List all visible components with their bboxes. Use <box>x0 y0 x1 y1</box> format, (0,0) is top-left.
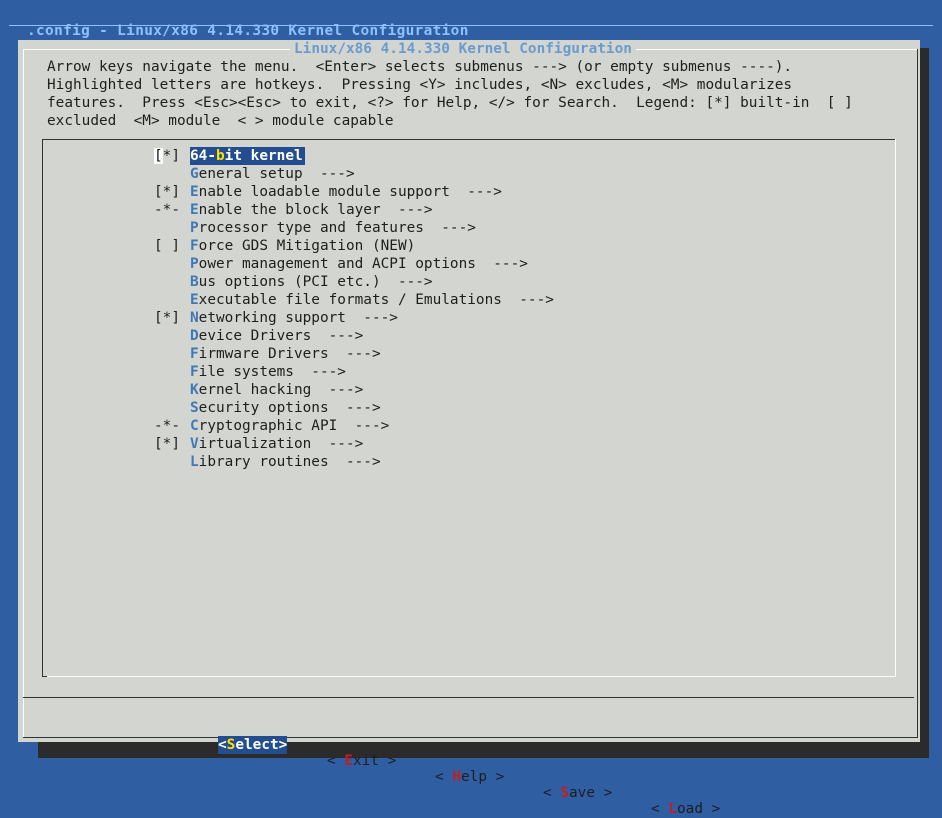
menu-item-label: Firmware Drivers ---> <box>190 346 381 362</box>
hotkey-letter: F <box>190 238 199 254</box>
dialog-title: Linux/x86 4.14.330 Kernel Configuration <box>290 40 636 58</box>
menu-item-state[interactable]: [*] <box>154 435 180 453</box>
exit-button[interactable]: < Exit > <box>327 752 396 770</box>
dialog-shadow-right <box>920 48 929 758</box>
menu-border-top <box>42 139 896 140</box>
menu-item-state[interactable]: -*- <box>154 201 180 219</box>
hotkey-letter: L <box>190 454 199 470</box>
menu-item-state[interactable]: [ ] <box>154 237 180 255</box>
select-button[interactable]: <Select> <box>218 736 288 754</box>
menu-item-label: Power management and ACPI options ---> <box>190 256 528 272</box>
dialog-border-bottom <box>23 737 918 738</box>
config-dialog: Linux/x86 4.14.330 Kernel Configuration … <box>18 40 920 817</box>
menu-item-label: Executable file formats / Emulations ---… <box>190 292 554 308</box>
menu-item-label: Processor type and features ---> <box>190 220 476 236</box>
menu-item-label: Virtualization ---> <box>190 436 364 452</box>
hotkey-letter: E <box>190 202 199 218</box>
hotkey-letter: b <box>216 148 225 164</box>
menu-item-label: Cryptographic API ---> <box>190 418 390 434</box>
menu-item-state[interactable]: [*] <box>154 147 180 165</box>
menu-item-label: Bus options (PCI etc.) ---> <box>190 274 433 290</box>
dialog-border-right <box>917 49 918 737</box>
menu-item-label: Enable loadable module support ---> <box>190 184 502 200</box>
menu-item-label: Kernel hacking ---> <box>190 382 364 398</box>
button-separator <box>23 697 914 698</box>
load-button[interactable]: < Load > <box>651 800 720 818</box>
title-underline <box>9 25 933 26</box>
help-line: excluded <M> module < > module capable <box>47 113 394 129</box>
hotkey-letter: E <box>190 292 199 308</box>
hotkey-letter: E <box>190 184 199 200</box>
menu-item-label: File systems ---> <box>190 364 346 380</box>
window-title-bar: .config - Linux/x86 4.14.330 Kernel Conf… <box>9 4 933 39</box>
help-line: features. Press <Esc><Esc> to exit, <?> … <box>47 95 853 111</box>
menu-item-label: General setup ---> <box>190 166 355 182</box>
button-hotkey: S <box>226 737 236 753</box>
menu-list[interactable]: [*] 64-bit kernel General setup ---> [*] Ena… <box>42 139 896 677</box>
hotkey-letter: P <box>190 256 199 272</box>
hotkey-letter: P <box>190 220 199 236</box>
button-hotkey: H <box>452 769 461 785</box>
menu-item-state[interactable]: [*] <box>154 309 180 327</box>
help-text: Arrow keys navigate the menu. <Enter> se… <box>47 58 853 130</box>
hotkey-letter: G <box>190 166 199 182</box>
menu-scroll-corner <box>42 676 47 677</box>
menu-item-state[interactable]: [*] <box>154 183 180 201</box>
help-line: Arrow keys navigate the menu. <Enter> se… <box>47 59 793 75</box>
cursor: [ <box>154 148 163 164</box>
save-button[interactable]: < Save > <box>543 784 612 802</box>
menu-border-right <box>895 139 896 677</box>
menu-item-label: Force GDS Mitigation (NEW) <box>190 238 416 254</box>
menu-item-label: Library routines ---> <box>190 454 381 470</box>
dialog-shadow-bottom <box>38 742 929 758</box>
button-hotkey: E <box>344 753 353 769</box>
hotkey-letter: F <box>190 364 199 380</box>
hotkey-letter: F <box>190 346 199 362</box>
dialog-border-left <box>23 49 24 737</box>
hotkey-letter: N <box>190 310 199 326</box>
menu-border-bottom <box>42 676 896 677</box>
button-hotkey: S <box>560 785 569 801</box>
menu-item-label: 64-bit kernel <box>190 147 305 165</box>
hotkey-letter: V <box>190 436 199 452</box>
menu-item-label: Security options ---> <box>190 400 381 416</box>
hotkey-letter: B <box>190 274 199 290</box>
menu-item-state[interactable]: -*- <box>154 417 180 435</box>
help-line: Highlighted letters are hotkeys. Pressin… <box>47 77 793 93</box>
hotkey-letter: K <box>190 382 199 398</box>
menu-item-label: Networking support ---> <box>190 310 398 326</box>
button-bar: <Select> < Exit > < Help > < Save > < Lo… <box>18 704 920 817</box>
menu-border-left <box>42 139 43 677</box>
menu-item-label: Enable the block layer ---> <box>190 202 433 218</box>
help-button[interactable]: < Help > <box>435 768 504 786</box>
hotkey-letter: D <box>190 328 199 344</box>
menu-item-label: Device Drivers ---> <box>190 328 364 344</box>
hotkey-letter: C <box>190 418 199 434</box>
button-hotkey: L <box>668 801 677 817</box>
hotkey-letter: S <box>190 400 199 416</box>
